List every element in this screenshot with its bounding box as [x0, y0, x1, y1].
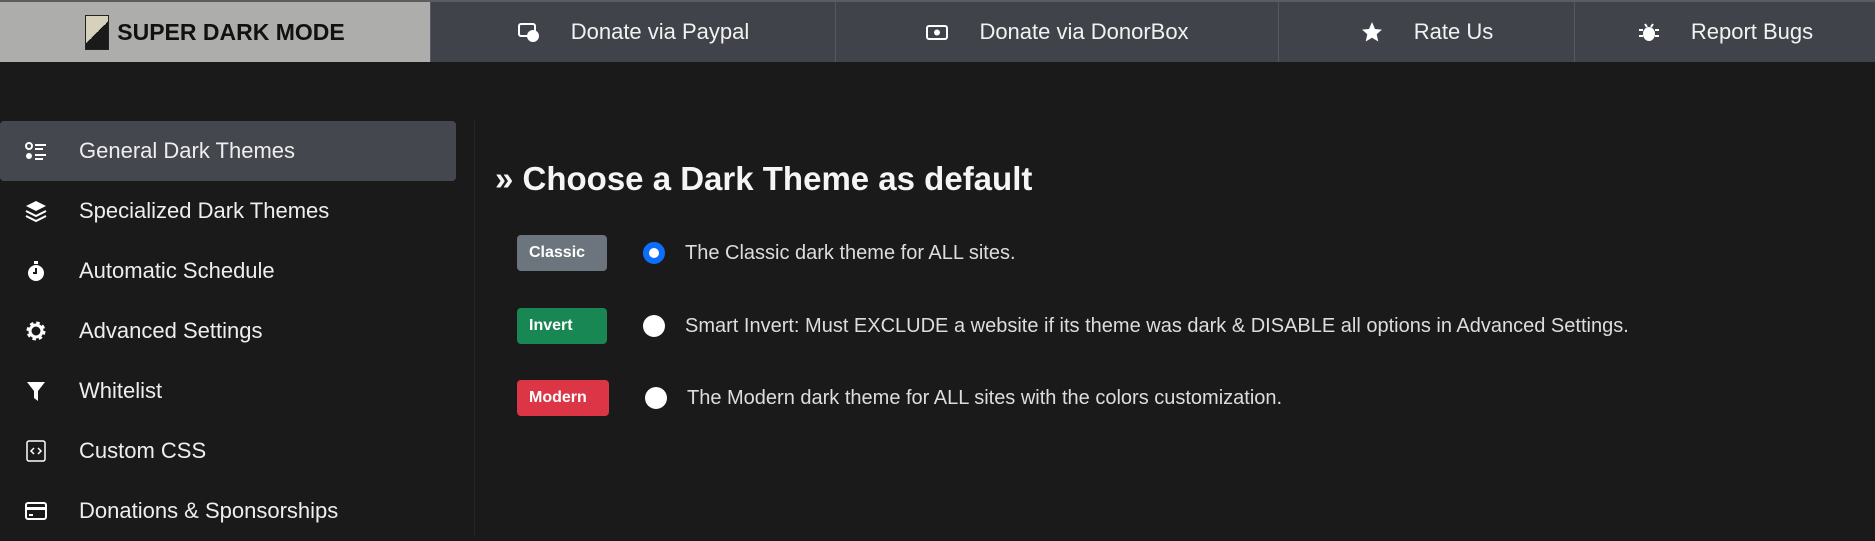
option-label: Smart Invert: Must EXCLUDE a website if … — [685, 314, 1629, 337]
invert-badge: Invert — [517, 308, 607, 344]
money-check-dollar-icon — [517, 23, 539, 42]
code-icon — [26, 440, 46, 462]
page-title: » Choose a Dark Theme as default — [495, 160, 1033, 197]
sidebar-item-label: Advanced Settings — [79, 318, 263, 343]
invert-radio[interactable] — [643, 315, 665, 337]
stopwatch-icon — [28, 261, 44, 281]
sidebar-item-label: Donations & Sponsorships — [79, 498, 339, 523]
sidebar-item-donations-sponsorships[interactable]: Donations & Sponsorships — [0, 481, 456, 541]
sidebar-item-custom-css[interactable]: Custom CSS — [0, 421, 456, 481]
brand-title: SUPER DARK MODE — [117, 18, 345, 45]
sidebar-item-advanced-settings[interactable]: Advanced Settings — [0, 301, 456, 361]
option-label: The Modern dark theme for ALL sites with… — [687, 386, 1283, 409]
nav-label: Report Bugs — [1690, 19, 1814, 44]
theme-option-invert[interactable]: Invert Smart Invert: Must EXCLUDE a webs… — [517, 308, 1629, 344]
brand[interactable]: SUPER DARK MODE — [0, 2, 430, 62]
sidebar-item-label: General Dark Themes — [79, 138, 296, 163]
classic-badge: Classic — [517, 235, 607, 271]
sidebar-item-general-dark-themes[interactable]: General Dark Themes — [0, 121, 456, 181]
filter-icon — [27, 382, 45, 401]
logo — [85, 14, 110, 50]
nav-label: Donate via Paypal — [570, 19, 750, 44]
sidebar-item-label: Whitelist — [79, 378, 163, 403]
donate-paypal-link[interactable]: Donate via Paypal — [430, 2, 835, 62]
sidebar-item-whitelist[interactable]: Whitelist — [0, 361, 456, 421]
layers-icon — [25, 201, 47, 223]
star-icon — [1361, 22, 1382, 42]
classic-radio[interactable] — [643, 242, 665, 264]
list-icon — [25, 142, 46, 160]
top-bar: SUPER DARK MODE Donate via Paypal Donate… — [0, 0, 1875, 62]
sidebar-item-label: Automatic Schedule — [79, 258, 275, 283]
theme-option-modern[interactable]: Modern The Modern dark theme for ALL sit… — [517, 380, 1282, 416]
nav-label: Donate via DonorBox — [979, 19, 1189, 44]
modern-radio[interactable] — [645, 387, 667, 409]
rate-us-link[interactable]: Rate Us — [1278, 2, 1574, 62]
bug-icon — [1638, 23, 1659, 41]
donate-donorbox-link[interactable]: Donate via DonorBox — [835, 2, 1278, 62]
sidebar: General Dark Themes Specialized Dark The… — [0, 121, 475, 535]
sidebar-item-automatic-schedule[interactable]: Automatic Schedule — [0, 241, 456, 301]
option-label: The Classic dark theme for ALL sites. — [685, 241, 1016, 264]
money-bill-icon — [926, 25, 949, 40]
sidebar-item-label: Specialized Dark Themes — [79, 198, 330, 223]
sidebar-item-specialized-dark-themes[interactable]: Specialized Dark Themes — [0, 181, 456, 241]
credit-card-icon — [25, 502, 47, 520]
report-bugs-link[interactable]: Report Bugs — [1574, 2, 1875, 62]
gear-icon — [26, 321, 46, 341]
modern-badge: Modern — [517, 380, 609, 416]
nav-label: Rate Us — [1413, 19, 1494, 44]
sidebar-item-label: Custom CSS — [79, 438, 207, 463]
theme-option-classic[interactable]: Classic The Classic dark theme for ALL s… — [517, 235, 1016, 271]
